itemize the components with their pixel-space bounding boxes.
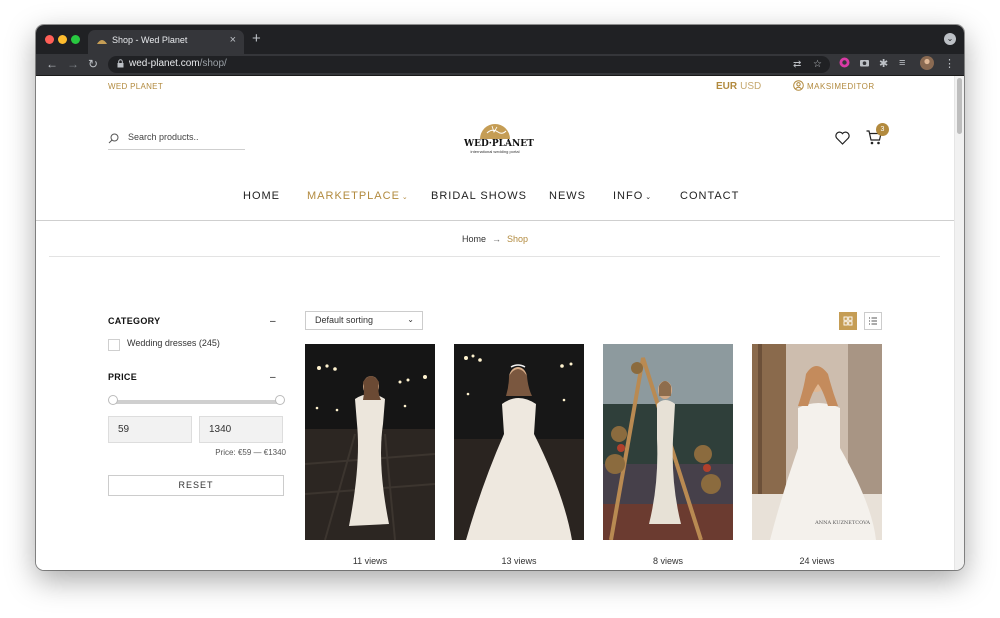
nav-marketplace[interactable]: MARKETPLACE ⌄: [307, 190, 408, 202]
list-view-button[interactable]: [864, 312, 882, 330]
product-watermark: ANNA KUZNETCOVA: [814, 520, 870, 526]
user-icon: [793, 80, 804, 91]
product-image: ANNA KUZNETCOVA: [752, 344, 882, 540]
currency-usd[interactable]: USD: [740, 81, 761, 92]
chevron-down-icon: ⌄: [401, 194, 408, 201]
price-slider-max-handle[interactable]: [275, 395, 285, 405]
reading-list-icon[interactable]: ≡: [899, 57, 905, 69]
logo-subtitle: international wedding portal: [470, 149, 520, 154]
breadcrumb-arrow-icon: →: [491, 234, 501, 244]
browser-tab[interactable]: Shop - Wed Planet ×: [88, 30, 244, 54]
tab-title: Shop - Wed Planet: [112, 35, 188, 45]
back-icon[interactable]: ←: [46, 57, 58, 71]
nav-bridal-shows[interactable]: BRIDAL SHOWS: [431, 190, 527, 202]
cart-count-badge: 3: [876, 123, 889, 136]
category-checkbox[interactable]: [108, 339, 120, 351]
tab-search-icon[interactable]: ⌄: [944, 33, 956, 45]
url-text: wed-planet.com/shop/: [129, 58, 227, 69]
category-collapse-button[interactable]: –: [270, 316, 276, 327]
scrollbar-thumb[interactable]: [957, 78, 962, 134]
price-max-input[interactable]: 1340: [199, 416, 283, 443]
url-host: wed-planet.com: [129, 58, 200, 69]
product-3-views: 8 views: [652, 556, 683, 566]
nav-info[interactable]: INFO ⌄: [613, 190, 651, 202]
url-path: /shop/: [199, 58, 227, 69]
web-page: WED PLANET EUR USD MAKSIMEDITOR Search pr…: [36, 76, 954, 570]
category-count: (245): [198, 338, 220, 348]
product-1-views: 11 views: [352, 556, 388, 566]
translate-icon[interactable]: ⇄: [793, 59, 801, 70]
currency-switcher: EUR USD: [716, 81, 761, 92]
category-label: Wedding dresses: [127, 338, 197, 348]
tab-bar: Shop - Wed Planet × + ⌄: [36, 25, 964, 54]
nav-contact[interactable]: CONTACT: [680, 190, 739, 202]
lock-icon: [117, 59, 124, 68]
search-icon: [108, 133, 119, 144]
grid-icon: [843, 316, 853, 326]
price-min-input[interactable]: 59: [108, 416, 192, 443]
grid-view-button[interactable]: [839, 312, 857, 330]
top-brand-link[interactable]: WED PLANET: [108, 82, 163, 91]
product-2-views: 13 views: [501, 556, 537, 566]
bookmark-star-icon[interactable]: ☆: [813, 59, 822, 70]
logo-text: WED·PLANET: [464, 139, 534, 149]
product-image: [454, 344, 584, 540]
product-card-2[interactable]: [454, 344, 584, 540]
sorting-select[interactable]: Default sorting ⌄: [305, 311, 423, 330]
breadcrumb-home[interactable]: Home: [462, 234, 486, 244]
favicon-icon: [97, 40, 107, 44]
list-icon: [869, 317, 877, 325]
nav-news[interactable]: NEWS: [549, 190, 586, 202]
forward-icon[interactable]: →: [67, 57, 79, 71]
price-collapse-button[interactable]: –: [270, 372, 276, 383]
nav-marketplace-label: MARKETPLACE: [307, 190, 400, 202]
product-card-1[interactable]: [305, 344, 435, 540]
tab-close-icon[interactable]: ×: [230, 34, 236, 46]
minimize-window-button[interactable]: [58, 35, 67, 44]
reload-icon[interactable]: ↻: [88, 57, 98, 71]
price-slider-min-handle[interactable]: [108, 395, 118, 405]
product-card-3[interactable]: [603, 344, 733, 540]
nav-info-label: INFO: [613, 190, 644, 202]
sorting-value: Default sorting: [315, 315, 374, 325]
browser-toolbar: ← → ↻ wed-planet.com/shop/ ⇄ ☆ ✱ ≡ ⋮: [36, 54, 964, 75]
wishlist-heart-icon[interactable]: [835, 131, 850, 145]
price-heading: PRICE: [108, 372, 138, 382]
product-search[interactable]: Search products..: [108, 131, 245, 150]
currency-eur[interactable]: EUR: [716, 81, 737, 92]
price-range-label: Price: €59 — €1340: [215, 448, 286, 457]
breadcrumb-current: Shop: [506, 234, 529, 244]
browser-menu-icon[interactable]: ⋮: [944, 57, 955, 70]
product-4-views: 24 views: [799, 556, 835, 566]
chevron-down-icon: ⌄: [407, 315, 414, 324]
account-link[interactable]: MAKSIMEDITOR: [793, 80, 875, 91]
browser-window: Shop - Wed Planet × + ⌄ ← → ↻ wed-planet…: [36, 25, 964, 570]
page-scrollbar[interactable]: [954, 76, 964, 570]
close-window-button[interactable]: [45, 35, 54, 44]
reset-button[interactable]: RESET: [108, 475, 284, 496]
product-image: [305, 344, 435, 540]
address-bar[interactable]: wed-planet.com/shop/ ⇄ ☆: [108, 56, 830, 73]
chevron-down-icon: ⌄: [645, 194, 652, 201]
category-heading: CATEGORY: [108, 316, 161, 326]
new-tab-button[interactable]: +: [252, 30, 261, 47]
price-slider-track[interactable]: [112, 400, 281, 404]
extension-color-icon[interactable]: [839, 57, 850, 68]
account-name: MAKSIMEDITOR: [807, 82, 875, 91]
globe-logo-icon: [480, 124, 510, 139]
nav-home[interactable]: HOME: [243, 190, 280, 202]
product-image: [603, 344, 733, 540]
extensions-puzzle-icon[interactable]: ✱: [879, 57, 888, 70]
maximize-window-button[interactable]: [71, 35, 80, 44]
breadcrumb: Home → Shop: [36, 234, 954, 244]
camera-icon[interactable]: [859, 57, 870, 68]
product-card-4[interactable]: ANNA KUZNETCOVA: [752, 344, 882, 540]
site-logo[interactable]: WED·PLANET international wedding portal: [464, 122, 534, 156]
profile-avatar[interactable]: [920, 56, 934, 70]
category-wedding-dresses[interactable]: Wedding dresses (245): [127, 338, 220, 348]
search-input[interactable]: Search products..: [128, 132, 199, 142]
